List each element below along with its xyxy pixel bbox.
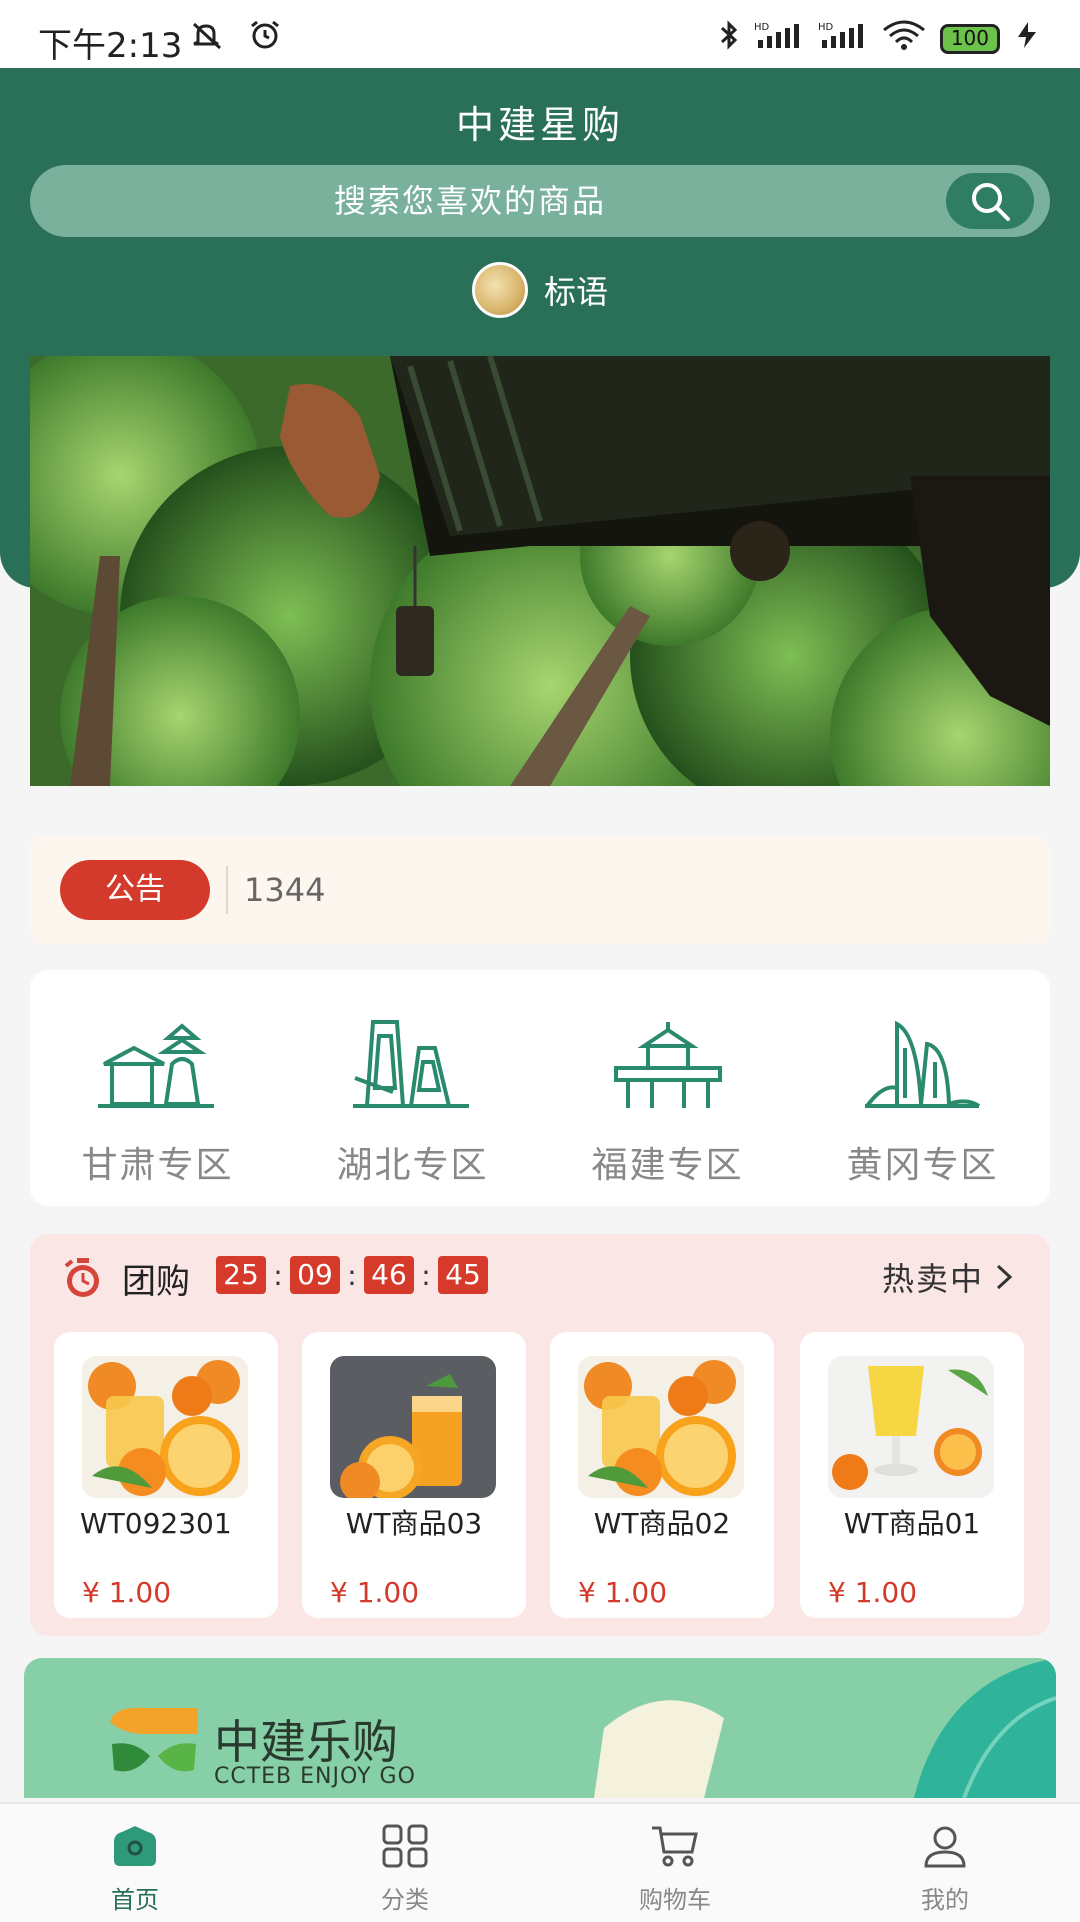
hot-selling-link[interactable]: 热卖中 — [882, 1254, 1014, 1300]
product-image — [82, 1356, 248, 1498]
cart-icon — [652, 1826, 698, 1867]
pavilion-icon — [613, 1022, 722, 1108]
product-card[interactable]: WT商品01 ¥ 1.00 — [800, 1332, 1024, 1618]
product-price: ¥ 1.00 — [82, 1576, 172, 1609]
svg-text:HD: HD — [754, 22, 770, 33]
group-buy-title: 团购 — [122, 1262, 190, 1302]
tab-label: 我的 — [921, 1886, 969, 1914]
timer-seconds: 46 — [364, 1256, 414, 1294]
hot-selling-label: 热卖中 — [881, 1260, 984, 1298]
timer-separator: : — [273, 1258, 283, 1292]
product-name: WT商品02 — [593, 1507, 731, 1540]
chevron-right-icon — [996, 1264, 1013, 1290]
user-icon — [924, 1826, 966, 1868]
signal-icon: HD — [754, 20, 804, 57]
svg-text:HD: HD — [818, 22, 834, 33]
product-price: ¥ 1.00 — [330, 1576, 420, 1609]
group-buy-section: 团购 25 : 09 : 46 : 45 热卖中 WT092301 ¥ 1.00… — [30, 1234, 1050, 1636]
product-price: ¥ 1.00 — [578, 1576, 668, 1609]
grid-icon — [382, 1824, 428, 1868]
zone-fujian[interactable]: 福建专区 — [540, 970, 795, 1206]
zone-label: 湖北专区 — [336, 1145, 489, 1186]
search-icon — [972, 183, 1010, 221]
product-price: ¥ 1.00 — [828, 1576, 918, 1609]
tab-home[interactable]: 首页 — [0, 1804, 270, 1922]
home-icon — [114, 1826, 156, 1866]
product-card[interactable]: WT092301 ¥ 1.00 — [54, 1332, 278, 1618]
bluetooth-icon — [718, 20, 740, 57]
product-image — [828, 1356, 994, 1498]
product-image — [578, 1356, 744, 1498]
zone-label: 黄冈专区 — [846, 1145, 999, 1186]
search-button[interactable] — [946, 173, 1034, 229]
tab-cart[interactable]: 购物车 — [540, 1804, 810, 1922]
status-time: 下午2:13 — [38, 26, 183, 66]
announcement-divider — [226, 866, 228, 914]
slogan-row[interactable]: 标语 — [0, 262, 1080, 318]
banner-image[interactable] — [30, 356, 1050, 786]
temple-icon — [97, 1023, 214, 1108]
tab-label: 购物车 — [639, 1886, 711, 1914]
announcement-tag: 公告 — [60, 860, 210, 920]
timer-icon — [64, 1258, 99, 1297]
app-title: 中建星购 — [455, 103, 624, 147]
brand-logo-icon — [110, 1707, 198, 1772]
timer-minutes: 09 — [290, 1256, 340, 1294]
tab-category[interactable]: 分类 — [270, 1804, 540, 1922]
tab-label: 分类 — [381, 1886, 429, 1914]
product-image — [330, 1356, 496, 1498]
search-bar[interactable]: 搜索您喜欢的商品 — [30, 165, 1050, 237]
promo-brand-en: CCTEB ENJOY GO — [214, 1764, 416, 1789]
product-name: WT商品01 — [843, 1507, 981, 1540]
promo-decoration — [594, 1700, 724, 1798]
zone-huanggang[interactable]: 黄冈专区 — [795, 970, 1050, 1206]
zone-label: 福建专区 — [591, 1145, 744, 1186]
timer-separator: : — [347, 1258, 357, 1292]
mute-icon — [190, 20, 226, 54]
wifi-icon — [882, 20, 926, 57]
status-indicators: HD HD 100 — [718, 20, 1040, 57]
zone-grid: 甘肃专区 湖北专区 福建专区 黄冈专区 — [30, 970, 1050, 1206]
promo-banner[interactable]: 中建乐购 CCTEB ENJOY GO — [24, 1658, 1056, 1798]
leaf-decoration — [914, 1658, 1056, 1798]
product-name: WT商品03 — [345, 1507, 483, 1540]
timer-hours: 25 — [216, 1256, 266, 1294]
search-placeholder[interactable]: 搜索您喜欢的商品 — [30, 165, 910, 237]
countdown-timer: 25 : 09 : 46 : 45 — [216, 1256, 488, 1294]
tab-mine[interactable]: 我的 — [810, 1804, 1080, 1922]
product-card[interactable]: WT商品02 ¥ 1.00 — [550, 1332, 774, 1618]
signal-icon-2: HD — [818, 20, 868, 57]
building-icon — [864, 1020, 980, 1108]
bottom-tab-bar: 首页 分类 购物车 我的 — [0, 1802, 1080, 1922]
product-card[interactable]: WT商品03 ¥ 1.00 — [302, 1332, 526, 1618]
tower-icon — [352, 1020, 469, 1108]
battery-icon: 100 — [939, 23, 1000, 54]
status-bar: 下午2:13 HD HD 100 — [0, 0, 1080, 68]
product-name: WT092301 — [80, 1507, 232, 1540]
slogan-avatar — [471, 262, 528, 318]
zone-gansu[interactable]: 甘肃专区 — [30, 970, 285, 1206]
charging-icon — [1014, 20, 1040, 57]
zone-label: 甘肃专区 — [81, 1145, 234, 1186]
timer-separator: : — [421, 1258, 431, 1292]
announcement-bar[interactable]: 公告 1344 — [30, 836, 1050, 944]
tab-label: 首页 — [111, 1886, 159, 1914]
timer-ms: 45 — [438, 1256, 488, 1294]
promo-brand-cn: 中建乐购 — [214, 1715, 398, 1769]
announcement-text[interactable]: 1344 — [244, 836, 325, 944]
slogan-text: 标语 — [543, 273, 608, 311]
alarm-icon — [248, 20, 282, 54]
zone-hubei[interactable]: 湖北专区 — [285, 970, 540, 1206]
